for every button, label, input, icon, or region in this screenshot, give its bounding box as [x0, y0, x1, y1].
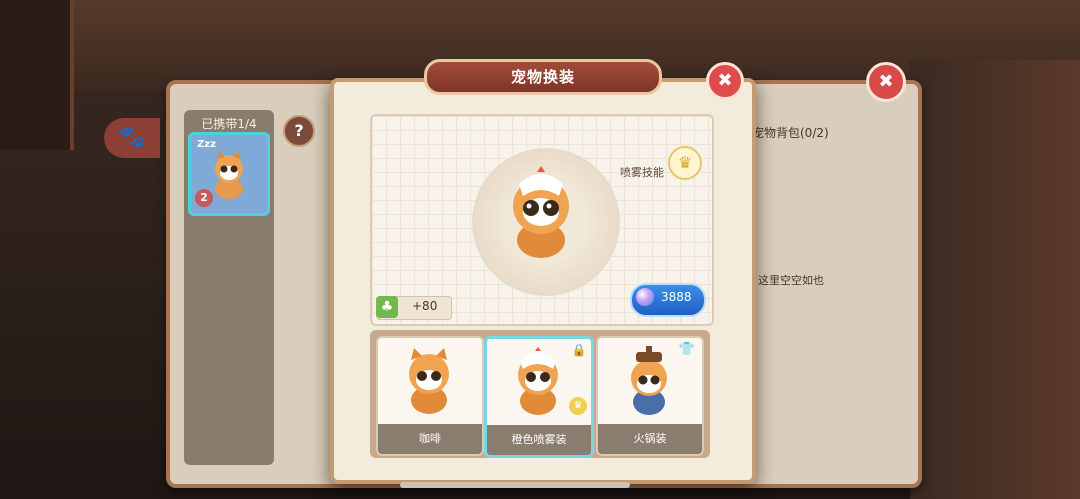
help-button[interactable]: ?: [283, 115, 315, 147]
spray-cat-icon: [518, 347, 558, 415]
clover-icon: ♣: [376, 296, 398, 318]
outfit-card-hotpot[interactable]: 👕 火锅装: [596, 336, 704, 456]
back-panel-close-button[interactable]: ✖: [866, 62, 906, 102]
scrollbar[interactable]: [400, 482, 630, 488]
background-cabinet: [910, 60, 1080, 499]
pet-bag-title: 宠物背包(0/2): [752, 126, 829, 140]
outfit-card-orange-spray[interactable]: 🔒 ♛ 橙色喷雾装: [484, 336, 594, 458]
outfit-label: 火锅装: [598, 424, 702, 454]
outfit-label: 橙色喷雾装: [487, 425, 591, 455]
spray-skill-icon[interactable]: ♛: [668, 146, 702, 180]
outfit-label: 咖啡: [378, 424, 482, 454]
dialog-title: 宠物换装: [424, 59, 662, 95]
lock-icon: 🔒: [571, 343, 587, 357]
carried-pet-card[interactable]: Zzz 2: [188, 132, 270, 216]
gem-coin-icon: [636, 288, 654, 306]
clover-value: +80: [412, 299, 438, 313]
hotpot-cat-icon: [631, 346, 667, 415]
shirt-icon: 👕: [678, 342, 696, 357]
dialog-close-button[interactable]: ✖: [706, 62, 744, 100]
preview-pet-image: [513, 166, 569, 258]
outfit-card-coffee[interactable]: 咖啡: [376, 336, 484, 456]
background-window: [0, 0, 74, 150]
paw-tab-icon[interactable]: 🐾: [104, 118, 160, 158]
price-value: 3888: [661, 290, 692, 304]
skill-mini-icon: ♛: [569, 397, 587, 415]
pet-level-badge: 2: [195, 189, 213, 207]
cat-pet-icon: [215, 151, 243, 199]
skill-label: 喷雾技能: [620, 166, 664, 179]
coffee-cat-icon: [409, 348, 449, 414]
empty-bag-text: 这里空空如也: [758, 274, 824, 287]
carry-count-label: 已携带1/4: [201, 117, 257, 131]
